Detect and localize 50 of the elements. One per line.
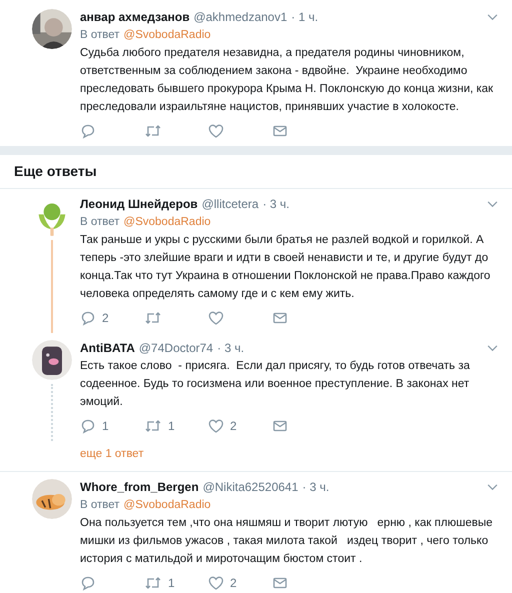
tweet-time[interactable]: · 3 ч. [217, 340, 244, 357]
reply-icon[interactable] [80, 123, 96, 139]
user-handle[interactable]: @74Doctor74 [138, 340, 214, 357]
tweet-text: Так раньше и укры с русскими были братья не разлей водкой и горилкой. А теперь -это злейшие враги и идти в своей ненависти и те, и другие будут до конца.Так что тут Украина в отношении Поклонской не права.Право каждого человека определять самому где и с кем ему жить. [80, 233, 492, 302]
more-replies-link[interactable]: еще 1 ответ [80, 448, 144, 460]
reply-label: В ответ [80, 215, 120, 230]
action-count: 2 [230, 418, 237, 435]
mail-icon[interactable] [272, 123, 288, 139]
retweet-icon[interactable] [144, 123, 162, 139]
mention-link[interactable]: @SvobodaRadio [124, 26, 211, 44]
user-name[interactable]: AntiBATA [80, 340, 135, 357]
chevron-down-icon[interactable] [487, 14, 498, 21]
retweet-icon[interactable] [144, 575, 162, 591]
user-name[interactable]: Леонид Шнейдеров [80, 196, 198, 213]
action-count: 1 [168, 575, 175, 592]
reply-icon[interactable] [80, 418, 96, 434]
retweet-icon[interactable] [144, 310, 162, 326]
tweet-text: Она пользуется тем ,что она няшмяш и творит лютую ерню , как плюшевые мишки из фильмов ужасов , такая милота такой издец творит , чего только история с матильдой и мироточащим бюстом стоит . [80, 516, 494, 567]
action-count: 2 [102, 310, 109, 327]
user-handle[interactable]: @llitcetera [202, 196, 259, 213]
heart-icon[interactable] [208, 310, 224, 326]
user-name[interactable]: Whore_from_Bergen [80, 479, 199, 496]
tweet-text: Есть такое слово - присяга. Если дал присягу, то будь готов отвечать за содеенное. Будь то госизмена или военное преступление. В законах нет эмоций. [80, 359, 471, 410]
chevron-down-icon[interactable] [487, 201, 498, 208]
reply-label: В ответ [80, 498, 120, 513]
reply-icon[interactable] [80, 310, 96, 326]
tweet-time[interactable]: · 3 ч. [262, 196, 290, 213]
tweet-time[interactable]: · 1 ч. [291, 9, 318, 26]
retweet-icon[interactable] [144, 418, 162, 434]
mention-link[interactable]: @SvobodaRadio [124, 496, 211, 514]
action-count: 1 [102, 418, 109, 435]
user-name[interactable]: анвар ахмедзанов [80, 9, 190, 26]
user-handle[interactable]: @akhmedzanov1 [194, 9, 288, 26]
action-count: 1 [168, 418, 175, 435]
heart-icon[interactable] [208, 575, 224, 591]
tweet-time[interactable]: · 3 ч. [302, 479, 330, 496]
section-title: Еще ответы [14, 162, 98, 181]
chevron-down-icon[interactable] [487, 345, 498, 352]
reply-label: В ответ [80, 28, 120, 43]
mail-icon[interactable] [272, 575, 288, 591]
heart-icon[interactable] [208, 418, 224, 434]
heart-icon[interactable] [208, 123, 224, 139]
mail-icon[interactable] [272, 310, 288, 326]
chevron-down-icon[interactable] [487, 484, 498, 491]
mention-link[interactable]: @SvobodaRadio [124, 213, 211, 231]
reply-icon[interactable] [80, 575, 96, 591]
mail-icon[interactable] [272, 418, 288, 434]
action-count: 2 [230, 575, 237, 592]
tweet-text: Судьба любого предателя незавидна, а предателя родины чиновником, ответственным за соблюдением закона - вдвойне. Украине необходимо преследовать бывшего прокурора Крыма Н. Поклонскую до конца жизни, как преследовали израильтяне нацистов, принявших участие в холокосте. [80, 46, 494, 115]
user-handle[interactable]: @Nikita62520641 [202, 479, 298, 496]
